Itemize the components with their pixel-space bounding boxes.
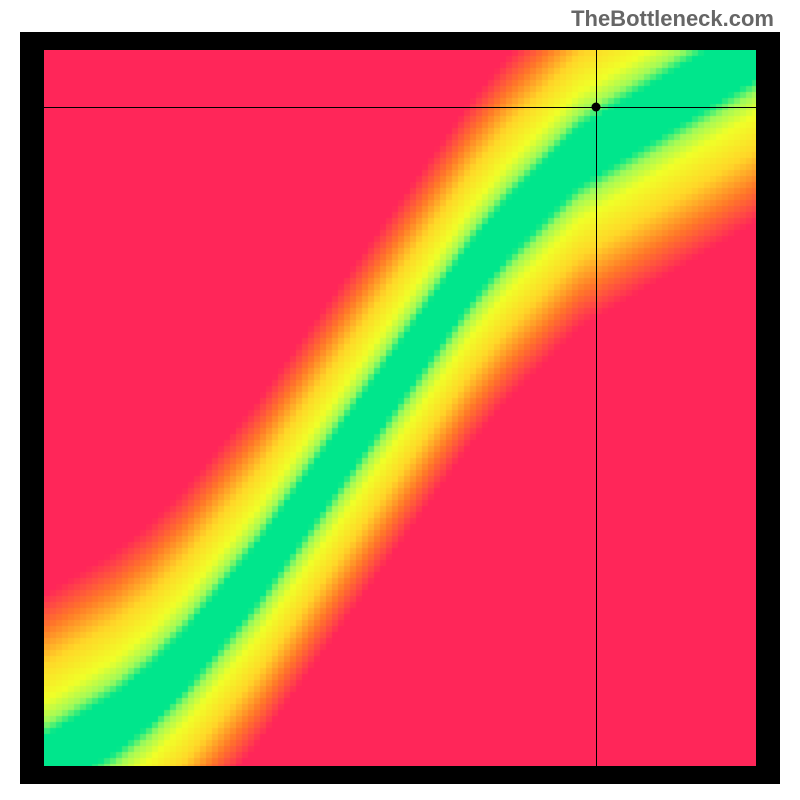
chart-frame [20, 32, 780, 784]
crosshair-vertical [596, 50, 597, 766]
intersection-marker [591, 103, 600, 112]
watermark-text: TheBottleneck.com [571, 6, 774, 32]
crosshair-horizontal [44, 107, 756, 108]
bottleneck-heatmap [44, 50, 756, 766]
plot-area [44, 50, 756, 766]
